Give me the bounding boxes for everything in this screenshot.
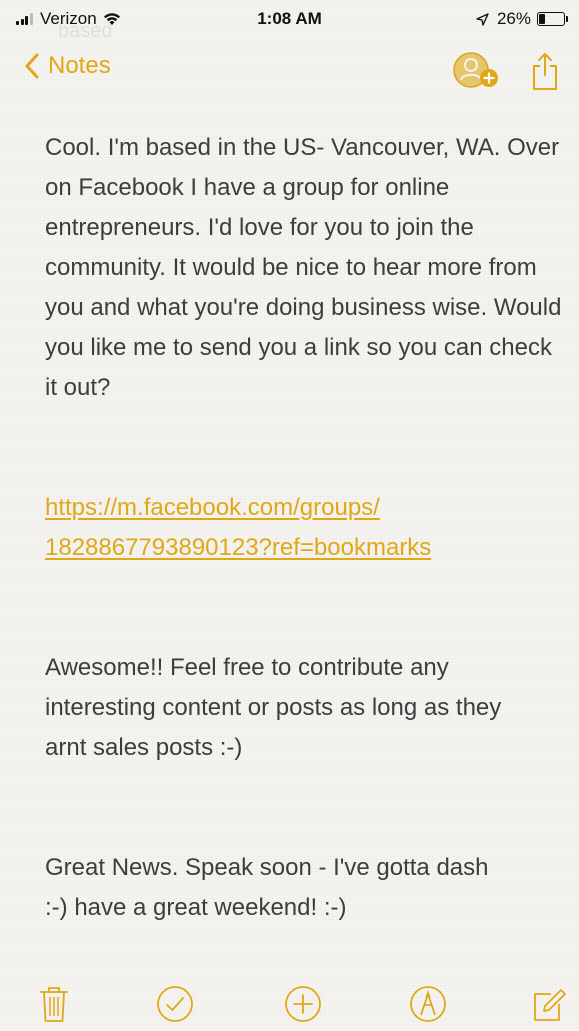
battery-icon <box>537 12 568 26</box>
battery-fill <box>539 14 545 24</box>
note-paragraph-1: Cool. I'm based in the US- Vancouver, WA… <box>45 134 562 401</box>
back-label: Notes <box>48 52 111 79</box>
group-link[interactable]: https://m.facebook.com/groups/ 182886779… <box>45 488 565 568</box>
add-button[interactable] <box>283 984 323 1024</box>
note-paragraph-3: Great News. Speak soon - I've gotta dash… <box>45 854 489 921</box>
checklist-button[interactable] <box>155 984 195 1024</box>
back-button[interactable]: Notes <box>24 52 111 80</box>
ghost-text: based <box>58 20 113 42</box>
markup-button[interactable] <box>408 984 448 1024</box>
nav-actions <box>451 50 559 92</box>
note-body[interactable]: Cool. I'm based in the US- Vancouver, WA… <box>45 128 565 928</box>
trash-button[interactable] <box>38 984 70 1024</box>
chevron-left-icon <box>25 53 39 79</box>
compose-button[interactable] <box>531 984 567 1024</box>
share-button[interactable] <box>531 51 559 91</box>
location-icon <box>476 12 489 26</box>
link-line-2: 1828867793890123?ref=bookmarks <box>45 534 432 561</box>
link-line-1: https://m.facebook.com/groups/ <box>45 494 380 521</box>
battery-percent: 26% <box>496 9 531 28</box>
add-people-button[interactable] <box>451 50 503 92</box>
battery-group: 26% <box>476 9 568 29</box>
note-paragraph-2: Awesome!! Feel free to contribute any in… <box>45 654 502 761</box>
bottom-toolbar <box>0 984 579 1031</box>
